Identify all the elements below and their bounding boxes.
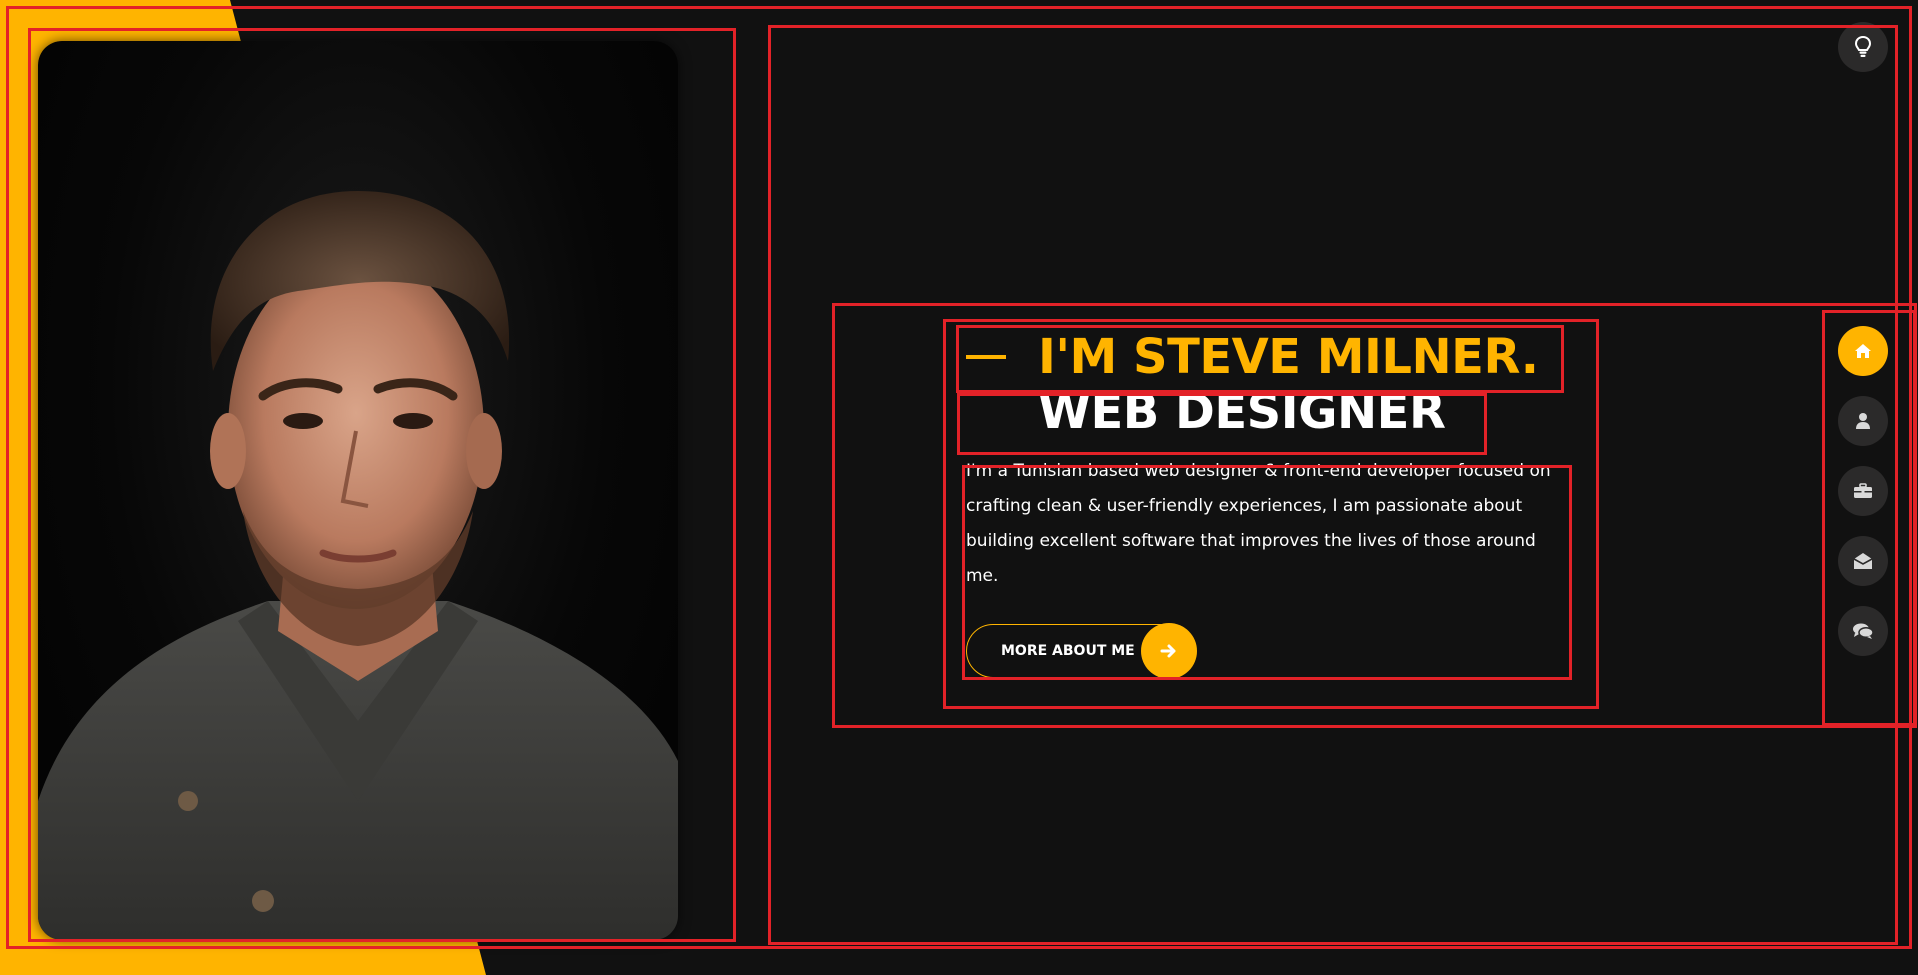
home-icon bbox=[1855, 344, 1871, 358]
more-about-me-label: MORE ABOUT ME bbox=[1001, 643, 1135, 659]
title-row: I'M STEVE MILNER. bbox=[944, 322, 1584, 392]
side-nav bbox=[1838, 326, 1888, 676]
nav-item-portfolio[interactable] bbox=[1838, 466, 1888, 516]
hero-description: I'm a Tunisian based web designer & fron… bbox=[966, 461, 1551, 586]
portrait-illustration bbox=[38, 191, 678, 940]
comments-icon bbox=[1853, 623, 1874, 639]
theme-toggle-button[interactable] bbox=[1838, 22, 1888, 72]
nav-item-about[interactable] bbox=[1838, 396, 1888, 446]
more-about-me-button[interactable]: MORE ABOUT ME bbox=[966, 623, 1197, 679]
hero-section: I'M STEVE MILNER. WEB DESIGNER I'm a Tun… bbox=[944, 322, 1584, 679]
lightbulb-icon bbox=[1854, 35, 1872, 57]
nav-item-blog[interactable] bbox=[1838, 606, 1888, 656]
profile-photo bbox=[38, 41, 678, 940]
page: I'M STEVE MILNER. WEB DESIGNER I'm a Tun… bbox=[0, 0, 1918, 975]
hero-title: I'M STEVE MILNER. bbox=[1038, 329, 1539, 385]
title-dash bbox=[966, 355, 1006, 359]
envelope-open-icon bbox=[1853, 553, 1873, 569]
nav-item-contact[interactable] bbox=[1838, 536, 1888, 586]
hero-subtitle: WEB DESIGNER bbox=[1038, 384, 1446, 440]
user-icon bbox=[1856, 413, 1870, 429]
briefcase-icon bbox=[1854, 483, 1872, 498]
nav-item-home[interactable] bbox=[1838, 326, 1888, 376]
arrow-right-icon bbox=[1141, 623, 1197, 679]
